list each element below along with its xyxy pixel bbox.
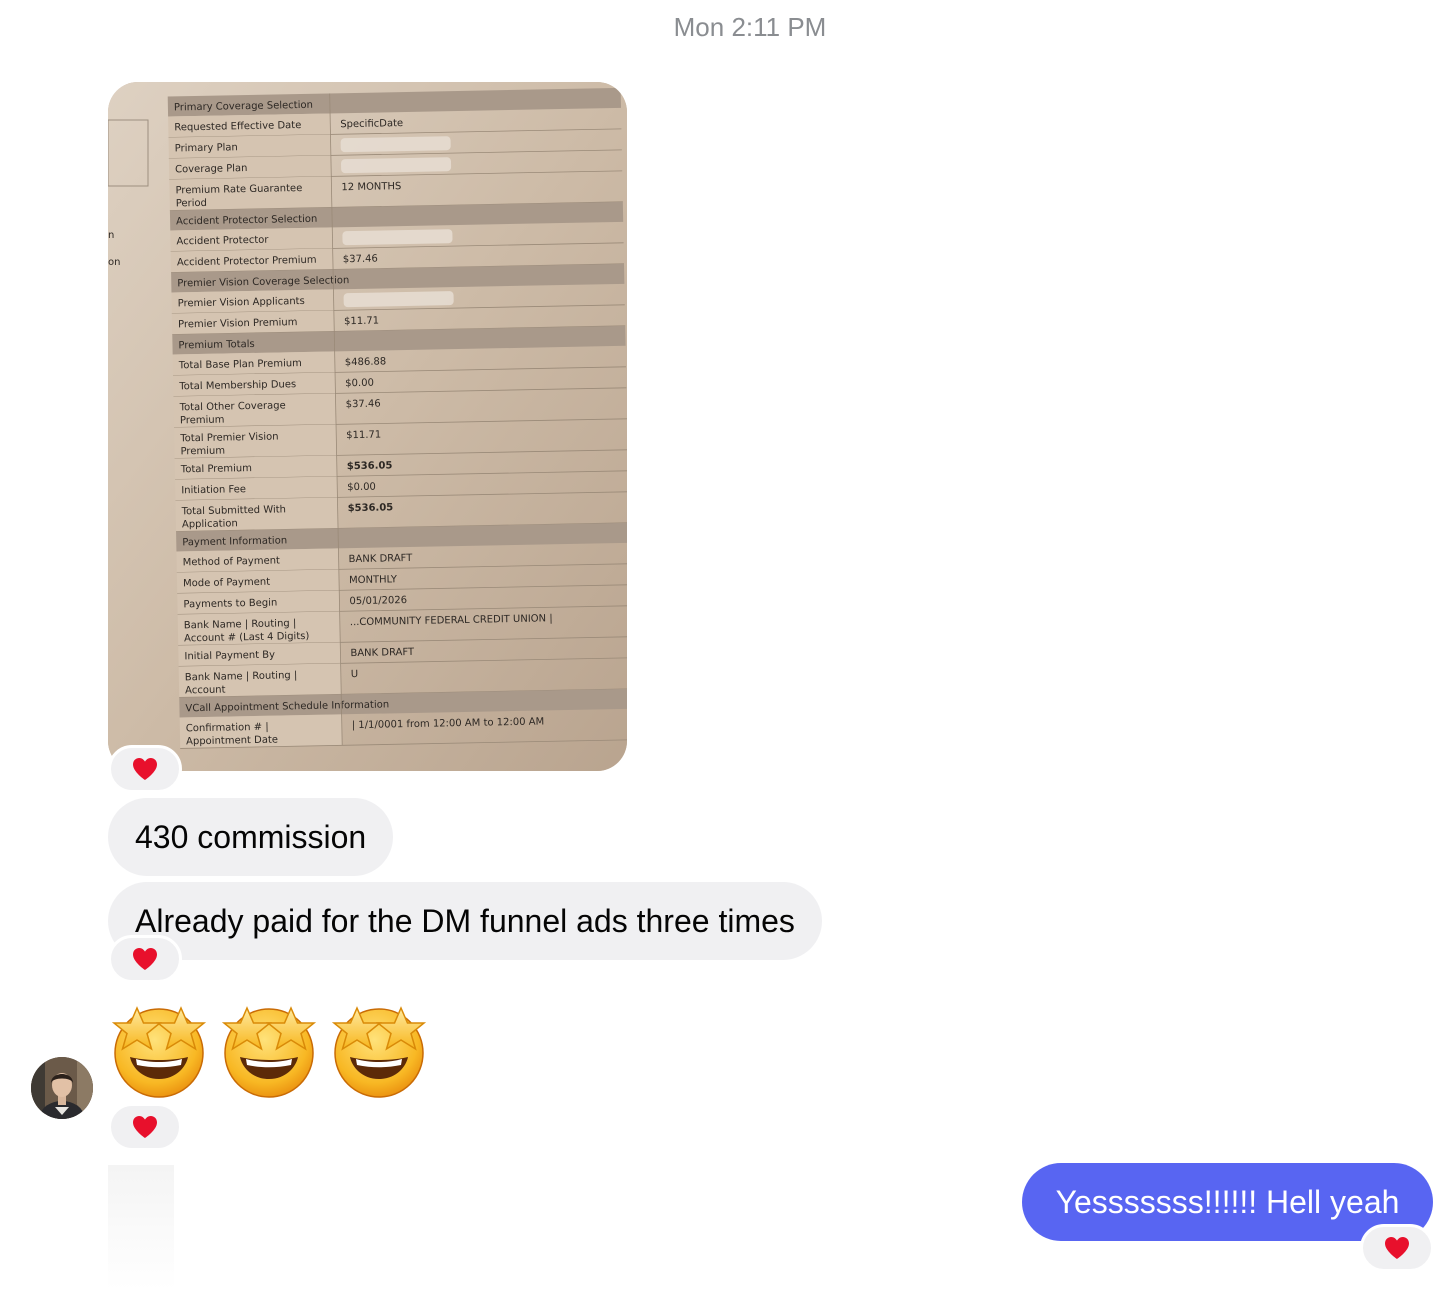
- contact-avatar[interactable]: [31, 1057, 93, 1119]
- form-row-value: SpecificDate: [340, 118, 403, 130]
- form-row-label: Initiation Fee: [181, 484, 246, 496]
- form-row-label: Premium: [180, 446, 225, 458]
- conversation-timestamp: Mon 2:11 PM: [673, 12, 827, 42]
- form-row-value: BANK DRAFT: [349, 553, 414, 565]
- side-label-2: on: [108, 257, 120, 268]
- redacted-value: [342, 229, 453, 246]
- form-row-label: Total Premier Vision: [179, 431, 278, 444]
- form-row-value: $536.05: [347, 460, 393, 472]
- form-row-label: Premium: [180, 415, 225, 427]
- form-row-label: Mode of Payment: [183, 577, 270, 590]
- form-row-label: Total Membership Dues: [178, 379, 296, 392]
- form-row-value: $11.71: [346, 430, 381, 442]
- message-ads[interactable]: Already paid for the DM funnel ads three…: [108, 882, 822, 960]
- form-row-label: Total Premium: [180, 463, 252, 475]
- sent-heart-reaction[interactable]: [1360, 1224, 1434, 1272]
- form-row-value: U: [351, 669, 359, 680]
- form-section-title: Payment Information: [182, 535, 287, 548]
- form-row-value: $11.71: [344, 316, 379, 328]
- red-heart-icon: [133, 1116, 157, 1138]
- redacted-value: [341, 157, 452, 174]
- form-row-value: $536.05: [348, 502, 394, 514]
- form-row-label: Total Submitted With: [181, 504, 287, 517]
- star-struck-emoji-icon: [331, 1006, 427, 1098]
- redacted-value: [343, 291, 454, 308]
- form-row-value: MONTHLY: [349, 574, 398, 586]
- form-row-label: Total Other Coverage: [179, 400, 286, 413]
- emoji-heart-reaction[interactable]: [108, 1103, 182, 1151]
- form-row-label: Primary Plan: [175, 142, 238, 154]
- form-row-value: BANK DRAFT: [350, 647, 415, 659]
- form-row-label: Bank Name | Routing |: [184, 618, 297, 631]
- form-row-value: 05/01/2026: [349, 595, 407, 607]
- form-row-value: 12 MONTHS: [341, 181, 401, 193]
- red-heart-icon: [133, 758, 157, 780]
- form-row-label: Application: [182, 518, 238, 530]
- form-row-label: Initial Payment By: [184, 650, 275, 663]
- form-row-label: Appointment Date: [186, 735, 278, 748]
- form-row-value: $37.46: [346, 399, 381, 411]
- form-row-label: Premier Vision Premium: [178, 317, 298, 330]
- form-row-label: Method of Payment: [183, 555, 281, 568]
- star-struck-emoji-icon: [111, 1006, 207, 1098]
- form-row-value: $486.88: [345, 356, 387, 368]
- form-photo: n on Primary Coverage SelectionRequested…: [108, 82, 627, 771]
- red-heart-icon: [1385, 1237, 1409, 1259]
- form-section-title: Premium Totals: [178, 339, 254, 351]
- form-row-value: $37.46: [343, 254, 378, 266]
- star-struck-emoji-icon: [221, 1006, 317, 1098]
- form-row-label: Payments to Begin: [183, 598, 277, 611]
- photo-attachment[interactable]: n on Primary Coverage Selection Requested…: [108, 82, 627, 771]
- form-row-label: Confirmation # |: [186, 722, 269, 735]
- photo-heart-reaction[interactable]: [108, 745, 182, 793]
- emoji-message[interactable]: [106, 995, 432, 1101]
- form-row-value: $0.00: [345, 378, 374, 390]
- side-label-1: n: [108, 230, 114, 241]
- avatar-photo: [31, 1057, 93, 1119]
- typing-placeholder: [108, 1165, 174, 1290]
- form-row-label: Account: [185, 685, 226, 697]
- form-row-label: Coverage Plan: [175, 163, 248, 175]
- message-commission[interactable]: 430 commission: [108, 798, 394, 876]
- form-row-value: $0.00: [347, 482, 376, 494]
- form-row-label: Period: [176, 198, 207, 210]
- form-row-label: Accident Protector: [176, 235, 269, 248]
- ads-heart-reaction[interactable]: [108, 935, 182, 983]
- redacted-value: [340, 136, 451, 153]
- red-heart-icon: [133, 948, 157, 970]
- form-row-label: Bank Name | Routing |: [185, 670, 298, 683]
